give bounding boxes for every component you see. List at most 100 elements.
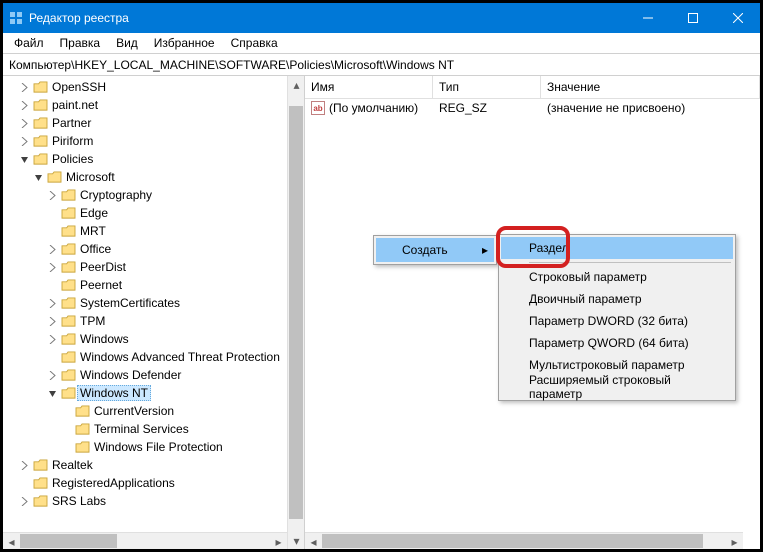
folder-icon	[45, 171, 63, 184]
maximize-button[interactable]	[670, 3, 715, 33]
tree-item-peernet[interactable]: Peernet	[3, 276, 304, 294]
body: OpenSSH paint.net Partner Piriform Polic…	[3, 76, 760, 549]
cell-value: (значение не присвоено)	[541, 101, 760, 115]
ctxmenu-key[interactable]: Раздел	[501, 237, 733, 259]
menu-favorites[interactable]: Избранное	[147, 34, 222, 52]
scroll-up-icon[interactable]: ▴	[288, 76, 305, 93]
folder-icon	[31, 153, 49, 166]
ctxmenu-expandstring[interactable]: Расширяемый строковый параметр	[501, 376, 733, 398]
scroll-left-icon[interactable]: ◂	[305, 533, 322, 550]
tree-item-partner[interactable]: Partner	[3, 114, 304, 132]
tree-item-regapps[interactable]: RegisteredApplications	[3, 474, 304, 492]
folder-icon	[59, 189, 77, 202]
col-type[interactable]: Тип	[433, 76, 541, 98]
folder-icon	[31, 459, 49, 472]
tree-item-policies[interactable]: Policies	[3, 150, 304, 168]
tree-item-office[interactable]: Office	[3, 240, 304, 258]
chevron-right-icon	[45, 263, 59, 272]
scroll-down-icon[interactable]: ▾	[288, 532, 305, 549]
chevron-right-icon	[45, 191, 59, 200]
tree-pane[interactable]: OpenSSH paint.net Partner Piriform Polic…	[3, 76, 305, 549]
tree-item-edge[interactable]: Edge	[3, 204, 304, 222]
chevron-right-icon	[45, 245, 59, 254]
folder-icon	[59, 207, 77, 220]
minimize-button[interactable]	[625, 3, 670, 33]
folder-icon	[73, 405, 91, 418]
address-bar[interactable]: Компьютер\HKEY_LOCAL_MACHINE\SOFTWARE\Po…	[3, 54, 760, 76]
tree-item-mrt[interactable]: MRT	[3, 222, 304, 240]
ctxmenu-qword[interactable]: Параметр QWORD (64 бита)	[501, 332, 733, 354]
cell-type: REG_SZ	[433, 101, 541, 115]
separator	[529, 262, 731, 263]
scrollbar-thumb[interactable]	[322, 534, 703, 548]
tree-scrollbar-v[interactable]: ▴▾	[287, 76, 304, 549]
tree-item-wfp[interactable]: Windows File Protection	[3, 438, 304, 456]
tree-item-curver[interactable]: CurrentVersion	[3, 402, 304, 420]
folder-icon	[31, 135, 49, 148]
folder-icon	[59, 225, 77, 238]
tree-item-syscert[interactable]: SystemCertificates	[3, 294, 304, 312]
tree-item-peerdist[interactable]: PeerDist	[3, 258, 304, 276]
ctxmenu-binary[interactable]: Двоичный параметр	[501, 288, 733, 310]
ctxmenu-dword[interactable]: Параметр DWORD (32 бита)	[501, 310, 733, 332]
folder-icon	[31, 495, 49, 508]
tree-item-termserv[interactable]: Terminal Services	[3, 420, 304, 438]
ctxmenu-string[interactable]: Строковый параметр	[501, 266, 733, 288]
scroll-right-icon[interactable]: ▸	[726, 533, 743, 550]
chevron-right-icon	[17, 137, 31, 146]
chevron-down-icon	[45, 389, 59, 398]
scrollbar-thumb[interactable]	[289, 106, 303, 519]
folder-icon	[73, 441, 91, 454]
tree-scrollbar-h[interactable]: ◂▸	[3, 532, 287, 549]
menu-view[interactable]: Вид	[109, 34, 145, 52]
close-button[interactable]	[715, 3, 760, 33]
tree-item-openssh[interactable]: OpenSSH	[3, 78, 304, 96]
chevron-right-icon	[45, 335, 59, 344]
chevron-right-icon	[17, 119, 31, 128]
tree-item-piriform[interactable]: Piriform	[3, 132, 304, 150]
chevron-right-icon: ▸	[482, 243, 488, 257]
folder-icon	[59, 243, 77, 256]
tree-item-windows-nt[interactable]: Windows NT	[3, 384, 304, 402]
tree-item-watp[interactable]: Windows Advanced Threat Protection	[3, 348, 304, 366]
col-name[interactable]: Имя	[305, 76, 433, 98]
folder-icon	[59, 387, 77, 400]
tree-item-paint[interactable]: paint.net	[3, 96, 304, 114]
context-submenu: Раздел Строковый параметр Двоичный парам…	[498, 234, 736, 401]
tree-item-wdef[interactable]: Windows Defender	[3, 366, 304, 384]
tree-item-microsoft[interactable]: Microsoft	[3, 168, 304, 186]
col-value[interactable]: Значение	[541, 76, 760, 98]
titlebar: Редактор реестра	[3, 3, 760, 33]
window-buttons	[625, 3, 760, 33]
chevron-right-icon	[17, 461, 31, 470]
folder-icon	[59, 279, 77, 292]
cell-name: (По умолчанию)	[329, 101, 418, 115]
ctxmenu-create[interactable]: Создать▸	[376, 238, 494, 262]
window: Редактор реестра Файл Правка Вид Избранн…	[0, 0, 763, 552]
folder-icon	[59, 297, 77, 310]
list-row[interactable]: ab(По умолчанию) REG_SZ (значение не при…	[305, 99, 760, 117]
menu-edit[interactable]: Правка	[53, 34, 108, 52]
tree-item-tpm[interactable]: TPM	[3, 312, 304, 330]
list-scrollbar-h[interactable]: ◂▸	[305, 532, 743, 549]
scroll-left-icon[interactable]: ◂	[3, 533, 20, 549]
tree-item-windows[interactable]: Windows	[3, 330, 304, 348]
tree-item-realtek[interactable]: Realtek	[3, 456, 304, 474]
scrollbar-thumb[interactable]	[20, 534, 117, 548]
tree-item-crypto[interactable]: Cryptography	[3, 186, 304, 204]
menubar: Файл Правка Вид Избранное Справка	[3, 33, 760, 54]
chevron-right-icon	[17, 83, 31, 92]
list-header: Имя Тип Значение	[305, 76, 760, 99]
menu-help[interactable]: Справка	[224, 34, 285, 52]
chevron-right-icon	[17, 497, 31, 506]
menu-file[interactable]: Файл	[7, 34, 51, 52]
folder-icon	[31, 81, 49, 94]
chevron-down-icon	[31, 173, 45, 182]
list-rows: ab(По умолчанию) REG_SZ (значение не при…	[305, 99, 760, 549]
tree-item-srslabs[interactable]: SRS Labs	[3, 492, 304, 510]
scroll-right-icon[interactable]: ▸	[270, 533, 287, 549]
chevron-right-icon	[45, 371, 59, 380]
folder-icon	[73, 423, 91, 436]
list-pane[interactable]: Имя Тип Значение ab(По умолчанию) REG_SZ…	[305, 76, 760, 549]
chevron-right-icon	[45, 317, 59, 326]
